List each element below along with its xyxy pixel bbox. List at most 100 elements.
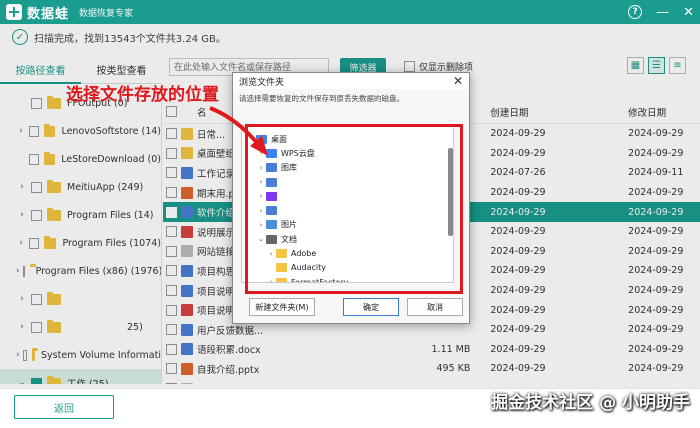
row-checkbox[interactable] <box>166 147 178 159</box>
file-name: 用户反馈数据... <box>196 325 264 337</box>
dialog-tree-item[interactable]: › <box>242 203 453 217</box>
dialog-tree-item[interactable]: Audacity <box>242 261 453 275</box>
dialog-tree-item[interactable]: › Adobe <box>242 246 453 260</box>
tree-item-label: Program Files (x86) (1976) <box>35 265 162 277</box>
table-row[interactable]: 自我介绍.txt691 B2024-09-292024-09-29 <box>163 379 700 384</box>
grid-view-icon[interactable]: ▦ <box>627 57 644 74</box>
dialog-tree-item[interactable]: › 图片 <box>242 218 453 232</box>
expand-arrow-icon[interactable]: › <box>16 182 28 192</box>
folder-tree: FFOutput (0) › LenovoSoftstore (14) LeSto… <box>0 89 162 384</box>
tree-item[interactable]: › MeitiuApp (249) <box>0 173 161 201</box>
expand-arrow-icon[interactable]: › <box>16 322 28 332</box>
expand-arrow-icon[interactable]: › <box>16 126 26 136</box>
new-folder-button[interactable]: 新建文件夹(M) <box>249 298 315 316</box>
expand-arrow-icon[interactable]: › <box>256 221 266 229</box>
row-checkbox[interactable] <box>166 206 178 218</box>
detail-view-icon[interactable]: ≡ <box>669 57 686 74</box>
file-size: 495 KB <box>436 363 471 375</box>
tree-checkbox[interactable] <box>31 97 42 109</box>
ok-button[interactable]: 确定 <box>343 298 399 316</box>
col-modified[interactable]: 修改日期 <box>610 105 700 119</box>
expand-arrow-icon[interactable]: › <box>16 210 28 220</box>
dialog-tree-item[interactable]: › WPS云盘 <box>242 146 453 160</box>
expand-arrow-icon[interactable]: › <box>16 238 26 248</box>
expand-arrow-icon[interactable]: › <box>16 266 20 276</box>
dialog-tree-item[interactable]: › FormatFactory <box>242 275 453 282</box>
list-view-icon[interactable]: ☰ <box>648 57 665 74</box>
expand-arrow-icon[interactable]: › <box>256 192 266 200</box>
tree-item[interactable]: › Program Files (x86) (1976) <box>0 257 161 285</box>
expand-arrow-icon[interactable]: ⌄ <box>16 378 28 384</box>
tree-item[interactable]: LeStoreDownload (0) <box>0 145 161 173</box>
table-row[interactable]: 语段积累.docx 1.11 MB 2024-09-29 2024-09-29 <box>163 340 700 360</box>
tree-checkbox[interactable] <box>29 125 39 137</box>
file-created: 2024-09-29 <box>490 128 546 140</box>
expand-arrow-icon[interactable]: ⌄ <box>256 235 266 243</box>
tree-item-label: LeStoreDownload (0) <box>61 153 161 165</box>
row-checkbox[interactable] <box>166 226 178 238</box>
tree-checkbox[interactable] <box>22 265 25 277</box>
dialog-scrollbar[interactable] <box>448 148 453 236</box>
row-checkbox[interactable] <box>166 304 178 316</box>
row-checkbox[interactable] <box>166 187 178 199</box>
dialog-tree-item[interactable]: › <box>242 189 453 203</box>
back-button[interactable]: 返回 <box>14 395 114 419</box>
tree-checkbox[interactable] <box>31 321 42 333</box>
row-checkbox[interactable] <box>166 245 178 257</box>
dialog-tree-item[interactable]: 桌面 <box>242 132 453 146</box>
row-checkbox[interactable] <box>166 363 178 375</box>
select-all-checkbox[interactable] <box>166 106 178 117</box>
tree-checkbox[interactable] <box>22 349 27 361</box>
col-created[interactable]: 创建日期 <box>480 105 610 119</box>
tree-checkbox[interactable] <box>29 153 39 165</box>
tree-checkbox[interactable] <box>31 293 42 305</box>
dialog-tree-item[interactable]: › 图库 <box>242 161 453 175</box>
expand-arrow-icon[interactable]: › <box>256 164 266 172</box>
expand-arrow-icon[interactable]: › <box>16 350 20 360</box>
tree-item[interactable]: › System Volume Informati <box>0 341 161 369</box>
expand-arrow-icon[interactable]: › <box>256 178 266 186</box>
row-checkbox[interactable] <box>166 324 178 336</box>
expand-arrow-icon[interactable]: › <box>256 207 266 215</box>
only-deleted-checkbox[interactable] <box>404 61 415 72</box>
tree-item[interactable]: › <box>0 285 161 313</box>
tree-item-label: MeitiuApp (249) <box>67 181 144 193</box>
table-row[interactable]: 自我介绍.pptx 495 KB 2024-09-29 2024-09-29 <box>163 359 700 379</box>
tree-item[interactable]: › Program Files (1074) <box>0 229 161 257</box>
cancel-button[interactable]: 取消 <box>407 298 463 316</box>
logo-icon <box>6 4 22 20</box>
tree-item[interactable]: ⌄ 工作 (25) <box>0 369 161 384</box>
tree-item[interactable]: › 25) <box>0 313 161 341</box>
tree-checkbox[interactable] <box>31 181 42 193</box>
row-checkbox[interactable] <box>166 285 178 297</box>
expand-arrow-icon[interactable]: › <box>16 294 28 304</box>
minimize-button[interactable]: — <box>656 6 669 19</box>
help-icon[interactable]: ? <box>628 5 643 19</box>
close-button[interactable]: ✕ <box>683 6 694 19</box>
expand-arrow-icon[interactable]: › <box>266 250 276 258</box>
row-checkbox[interactable] <box>166 383 178 384</box>
expand-arrow-icon[interactable]: › <box>256 149 266 157</box>
tree-checkbox[interactable] <box>29 237 40 249</box>
file-created: 2024-09-29 <box>490 147 546 159</box>
expand-arrow-icon[interactable]: › <box>266 278 276 282</box>
file-type-icon <box>180 225 193 238</box>
folder-icon <box>47 95 61 109</box>
row-checkbox[interactable] <box>166 128 178 140</box>
tree-checkbox[interactable] <box>31 209 42 221</box>
folder-icon <box>266 206 277 216</box>
row-checkbox[interactable] <box>166 343 178 355</box>
file-type-icon <box>180 264 193 277</box>
row-checkbox[interactable] <box>166 167 178 179</box>
dialog-close-icon[interactable]: ✕ <box>453 74 463 88</box>
tree-item[interactable]: › LenovoSoftstore (14) <box>0 117 161 145</box>
tree-item-label: Program Files (14) <box>67 209 154 221</box>
dialog-tree-item[interactable]: ⌄ 文档 <box>242 232 453 246</box>
dialog-tree-item[interactable]: › <box>242 175 453 189</box>
dialog-tree-label: 文档 <box>281 234 297 244</box>
row-checkbox[interactable] <box>166 265 178 277</box>
tree-checkbox[interactable] <box>31 377 42 384</box>
tree-item[interactable]: › Program Files (14) <box>0 201 161 229</box>
folder-icon <box>47 179 61 193</box>
file-created: 2024-09-29 <box>480 383 610 384</box>
